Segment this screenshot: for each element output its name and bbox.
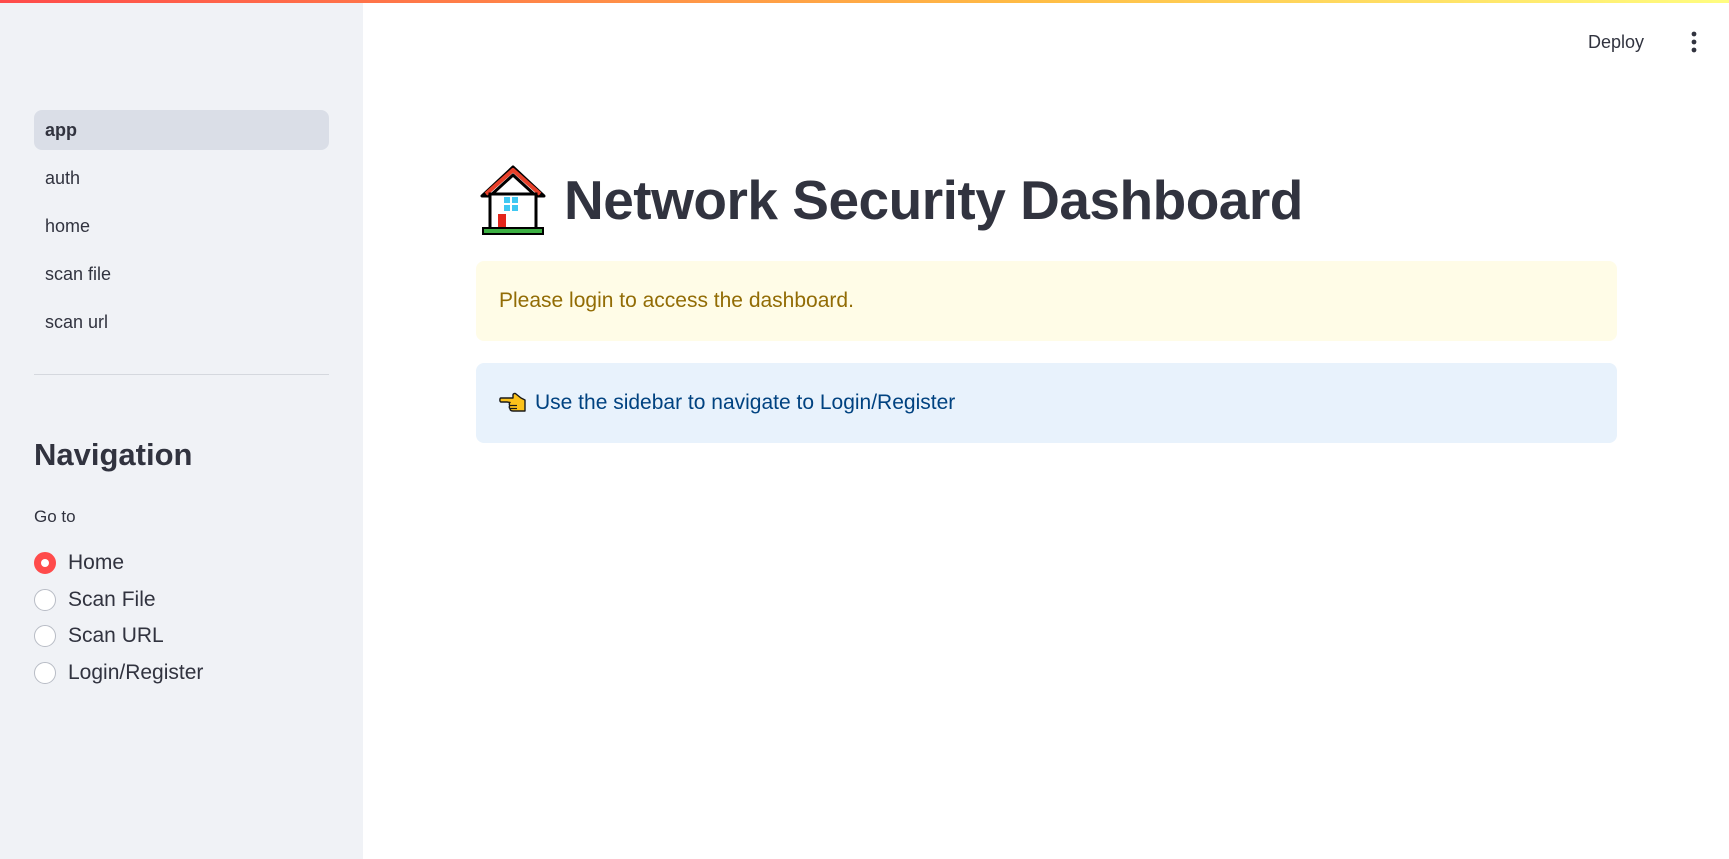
radio-button[interactable] (34, 625, 56, 648)
sidebar-divider (34, 374, 329, 375)
radio-option-scan-file[interactable]: Scan File (34, 582, 203, 619)
page-title: Network Security Dashboard (480, 160, 1303, 240)
radio-group-label: Go to (34, 507, 76, 526)
deploy-button[interactable]: Deploy (1578, 32, 1654, 53)
nav-item-home[interactable]: home (34, 206, 329, 246)
nav-item-label: scan file (45, 263, 112, 284)
nav-item-auth[interactable]: auth (34, 158, 329, 198)
vertical-ellipsis-icon (1691, 31, 1697, 53)
navigation-radio-group: Home Scan File Scan URL Login/Register (34, 545, 203, 691)
nav-item-scan-file[interactable]: scan file (34, 254, 329, 294)
radio-button[interactable] (34, 661, 56, 684)
nav-item-label: app (45, 119, 78, 140)
sidebar: app auth home scan file scan url Navigat… (0, 0, 363, 859)
nav-item-label: auth (45, 167, 81, 188)
info-alert: Use the sidebar to navigate to Login/Reg… (476, 363, 1617, 443)
radio-button-selected[interactable] (34, 552, 56, 575)
app-header: Deploy (1578, 22, 1729, 62)
pointing-left-hand-icon (499, 392, 526, 412)
radio-option-label: Login/Register (68, 660, 204, 684)
page-nav: app auth home scan file scan url (34, 110, 329, 350)
nav-item-label: home (45, 215, 91, 236)
radio-option-scan-url[interactable]: Scan URL (34, 618, 203, 655)
top-decoration-bar (0, 0, 1729, 3)
nav-item-app[interactable]: app (34, 110, 329, 150)
radio-option-label: Scan URL (68, 624, 164, 648)
info-alert-text: Use the sidebar to navigate to Login/Reg… (535, 391, 956, 414)
radio-option-login-register[interactable]: Login/Register (34, 655, 203, 692)
nav-item-scan-url[interactable]: scan url (34, 302, 329, 342)
nav-item-label: scan url (45, 311, 109, 332)
page-title-text: Network Security Dashboard (564, 169, 1303, 231)
main-menu-button[interactable] (1674, 22, 1714, 62)
radio-option-label: Home (68, 551, 125, 575)
radio-option-home[interactable]: Home (34, 545, 203, 582)
house-icon (480, 165, 546, 235)
radio-button[interactable] (34, 588, 56, 611)
navigation-heading: Navigation (34, 437, 193, 472)
warning-alert: Please login to access the dashboard. (476, 261, 1617, 341)
warning-alert-text: Please login to access the dashboard. (499, 289, 854, 312)
radio-option-label: Scan File (68, 587, 156, 611)
